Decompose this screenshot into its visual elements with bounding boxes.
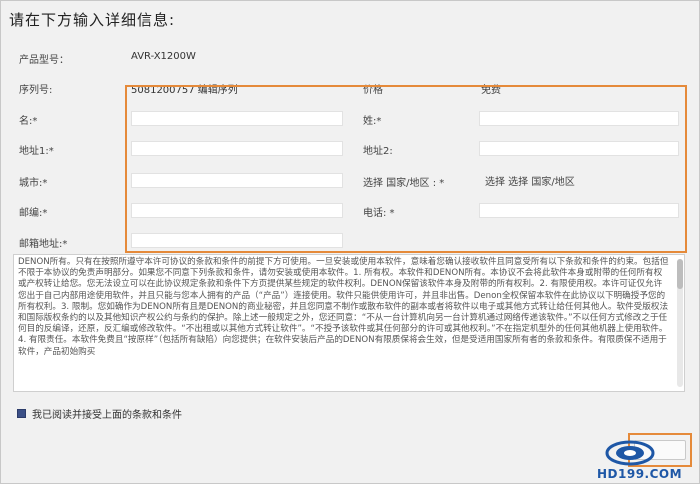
terms-scroll-thumb[interactable] [677, 259, 683, 289]
registration-window: 请在下方输入详细信息: 产品型号： AVR-X1200W 序列号: 508120… [0, 0, 700, 484]
first-name-label: 名:* [19, 116, 38, 127]
terms-scrollbar[interactable] [677, 259, 683, 387]
serial-label: 序列号: [19, 85, 53, 96]
agree-label: 我已阅读并接受上面的条款和条件 [32, 410, 182, 421]
agree-row[interactable]: 我已阅读并接受上面的条款和条件 [17, 406, 182, 421]
agree-checkbox[interactable] [17, 409, 26, 418]
model-label: 产品型号： [19, 55, 69, 66]
watermark-text: HD199.COM [597, 467, 683, 481]
terms-textarea[interactable]: DENON所有。只有在按照所遵守本许可协议的条款和条件的前提下方可使用。一旦安装… [13, 254, 685, 392]
email-label: 邮箱地址:* [19, 239, 68, 250]
watermark-logo-icon [605, 439, 655, 467]
highlight-box [125, 85, 687, 253]
zip-label: 邮编:* [19, 208, 48, 219]
model-value: AVR-X1200W [131, 51, 196, 62]
address1-label: 地址1:* [19, 146, 54, 157]
city-label: 城市:* [19, 178, 48, 189]
page-title: 请在下方输入详细信息: [9, 11, 176, 29]
terms-text: DENON所有。只有在按照所遵守本许可协议的条款和条件的前提下方可使用。一旦安装… [18, 257, 669, 357]
